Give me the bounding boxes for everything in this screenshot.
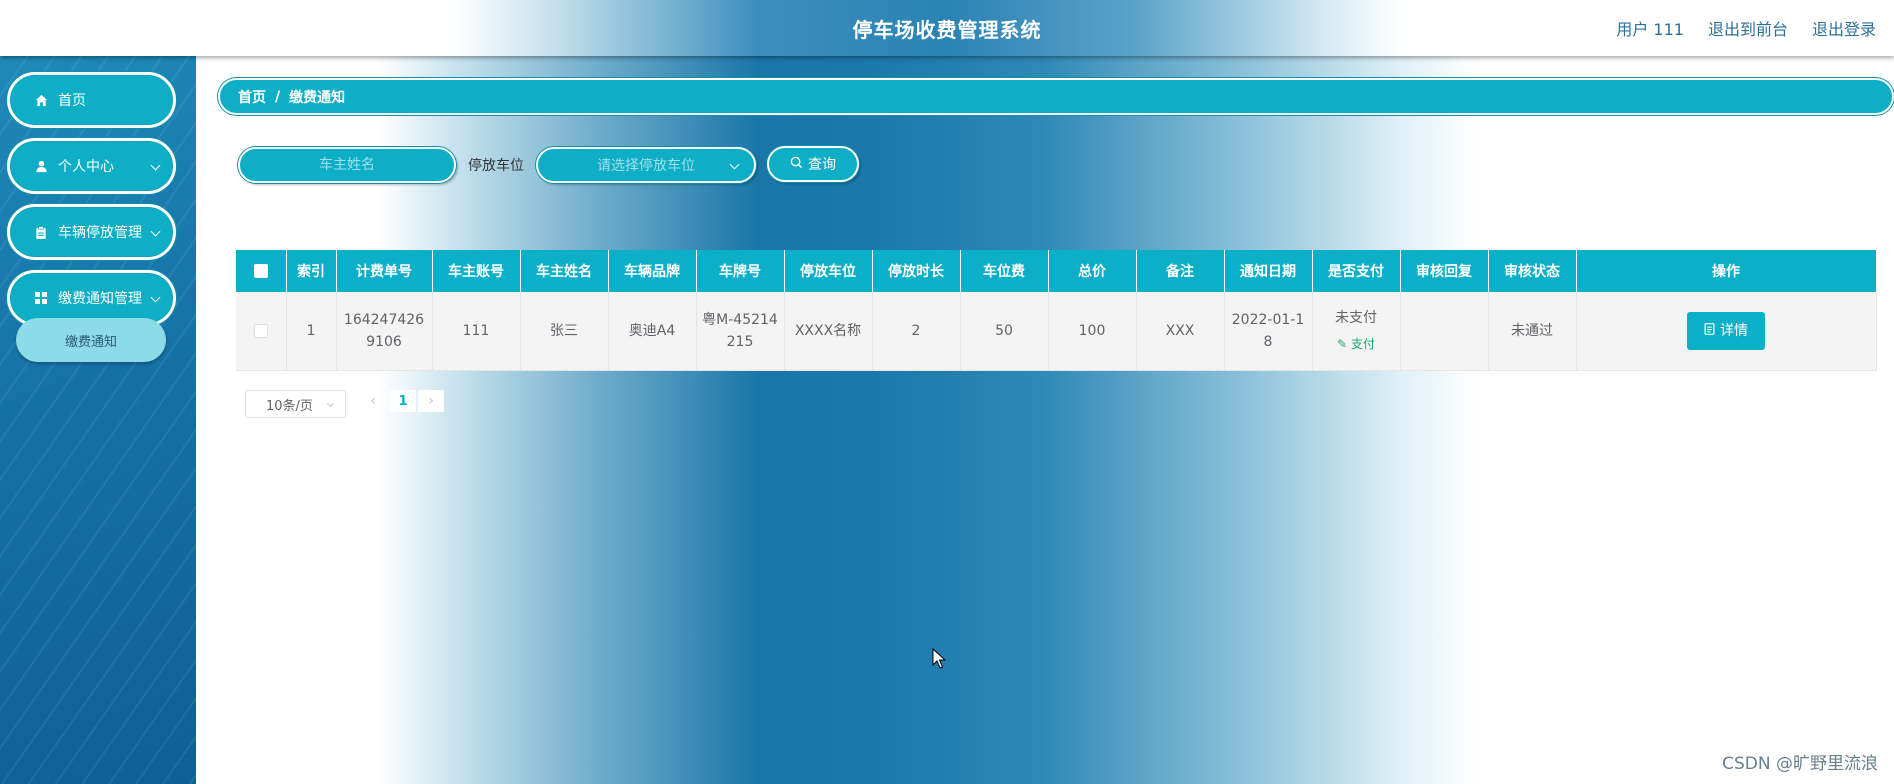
column-header: 车主账号	[432, 250, 521, 292]
logout-link[interactable]: 退出登录	[1812, 16, 1876, 40]
cell-owner-account: 111	[432, 292, 521, 371]
sidebar-item-label: 缴费通知管理	[58, 291, 142, 307]
row-select-cell[interactable]	[236, 292, 287, 371]
column-header: 总价	[1048, 250, 1137, 292]
pay-button[interactable]: ✎ 支付	[1337, 333, 1375, 355]
grid-icon	[34, 291, 48, 305]
cell-parking-space: XXXX名称	[784, 292, 873, 371]
column-header: 审核回复	[1400, 250, 1489, 292]
cell-owner-name: 张三	[520, 292, 609, 371]
paid-status-text: 未支付	[1335, 309, 1377, 326]
header-links: 用户 111 退出到前台 退出登录	[1616, 16, 1876, 40]
breadcrumb-separator: /	[275, 88, 281, 105]
cell-duration: 2	[872, 292, 961, 371]
sidebar-item-label: 首页	[58, 93, 86, 109]
next-page-button[interactable]: ›	[418, 390, 444, 412]
owner-name-input[interactable]	[238, 147, 456, 183]
page-number-current[interactable]: 1	[390, 390, 416, 412]
clipboard-icon	[34, 225, 48, 239]
parking-space-label: 停放车位	[468, 158, 524, 174]
parking-space-select[interactable]: 请选择停放车位	[536, 147, 756, 183]
sidebar-item-label: 车辆停放管理	[58, 225, 142, 241]
chevron-right-icon: ›	[428, 393, 434, 409]
cell-actions: 详情	[1576, 292, 1877, 371]
sidebar: 首页 个人中心 车辆停放管理 缴费通知管理 缴费通知	[0, 56, 196, 784]
column-header: 备注	[1136, 250, 1225, 292]
top-header: 停车场收费管理系统 用户 111 退出到前台 退出登录	[0, 0, 1894, 56]
column-header: 停放车位	[784, 250, 873, 292]
select-all-checkbox[interactable]	[253, 264, 268, 278]
prev-page-button[interactable]: ‹	[360, 390, 386, 412]
sidebar-item-personal-center[interactable]: 个人中心	[7, 138, 176, 194]
detail-button[interactable]: 详情	[1687, 311, 1765, 350]
user-link[interactable]: 用户 111	[1616, 16, 1684, 40]
column-header: 审核状态	[1488, 250, 1577, 292]
row-checkbox[interactable]	[253, 323, 268, 338]
column-header: 停放时长	[872, 250, 961, 292]
cell-total: 100	[1048, 292, 1137, 371]
document-icon	[1704, 320, 1715, 342]
query-button-label: 查询	[808, 157, 836, 173]
exit-to-frontend-link[interactable]: 退出到前台	[1708, 16, 1788, 40]
table-header-row: 索引 计费单号 车主账号 车主姓名 车辆品牌 车牌号 停放车位 停放时长 车位费…	[236, 250, 1877, 292]
sidebar-item-home[interactable]: 首页	[7, 72, 176, 128]
cell-bill-no: 1642474269106	[336, 292, 433, 371]
detail-button-label: 详情	[1720, 322, 1748, 339]
column-header: 是否支付	[1312, 250, 1401, 292]
cell-plate: 粤M-45214215	[696, 292, 785, 371]
sidebar-item-label: 个人中心	[58, 159, 114, 175]
select-all-cell[interactable]	[236, 250, 287, 292]
table-row: 1 1642474269106 111 张三 奥迪A4 粤M-45214215 …	[236, 292, 1877, 371]
column-header: 计费单号	[336, 250, 433, 292]
app-title: 停车场收费管理系统	[852, 18, 1042, 42]
edit-icon: ✎	[1337, 336, 1348, 351]
pay-button-label: 支付	[1350, 336, 1375, 351]
watermark: CSDN @旷野里流浪	[1722, 754, 1878, 774]
user-icon	[34, 159, 48, 173]
cell-review-reply	[1400, 292, 1489, 371]
chevron-left-icon: ‹	[370, 393, 376, 409]
column-header: 索引	[286, 250, 337, 292]
column-header: 操作	[1576, 250, 1877, 292]
cell-space-fee: 50	[960, 292, 1049, 371]
cell-notice-date: 2022-01-18	[1224, 292, 1313, 371]
chevron-down-icon	[326, 399, 335, 408]
cell-paid-status: 未支付 ✎ 支付	[1312, 292, 1401, 371]
parking-space-placeholder: 请选择停放车位	[597, 158, 695, 174]
chevron-down-icon	[729, 159, 740, 170]
breadcrumb-home[interactable]: 首页	[238, 87, 266, 107]
search-icon	[790, 156, 803, 173]
sidebar-item-vehicle-parking[interactable]: 车辆停放管理	[7, 204, 176, 260]
cell-review-status: 未通过	[1488, 292, 1577, 371]
cell-index: 1	[286, 292, 337, 371]
chevron-down-icon	[150, 292, 161, 303]
query-button[interactable]: 查询	[767, 146, 859, 182]
column-header: 通知日期	[1224, 250, 1313, 292]
cell-remark: XXX	[1136, 292, 1225, 371]
column-header: 车辆品牌	[608, 250, 697, 292]
chevron-down-icon	[150, 160, 161, 171]
payment-notice-table: 索引 计费单号 车主账号 车主姓名 车辆品牌 车牌号 停放车位 停放时长 车位费…	[236, 250, 1877, 371]
sidebar-subitem-payment-notice[interactable]: 缴费通知	[16, 318, 166, 362]
page-size-select[interactable]: 10条/页	[245, 390, 346, 418]
home-icon	[34, 93, 48, 107]
mouse-cursor-icon	[932, 647, 947, 674]
column-header: 车位费	[960, 250, 1049, 292]
cell-brand: 奥迪A4	[608, 292, 697, 371]
column-header: 车牌号	[696, 250, 785, 292]
breadcrumb: 首页 / 缴费通知	[218, 78, 1894, 115]
breadcrumb-current: 缴费通知	[289, 89, 346, 106]
column-header: 车主姓名	[520, 250, 609, 292]
page-size-value: 10条/页	[266, 398, 313, 414]
chevron-down-icon	[150, 226, 161, 237]
